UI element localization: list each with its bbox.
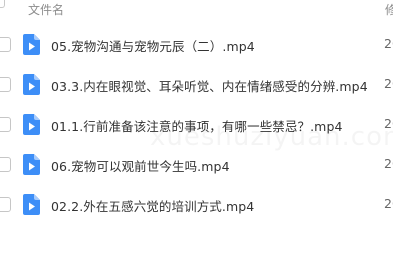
- video-file-icon: [23, 194, 40, 215]
- file-row[interactable]: 01.1.行前准备该注意的事项，有哪一些禁忌？.mp4 20: [0, 105, 393, 145]
- row-checkbox[interactable]: [0, 117, 11, 132]
- file-name[interactable]: 02.2.外在五感六觉的培训方式.mp4: [51, 196, 254, 215]
- file-modified-date: 20: [384, 76, 393, 91]
- column-header-modified[interactable]: 修: [385, 1, 393, 18]
- file-name[interactable]: 03.3.内在眼视觉、耳朵听觉、内在情绪感受的分辨.mp4: [51, 76, 368, 95]
- file-row[interactable]: 02.2.外在五感六觉的培训方式.mp4 20: [0, 185, 393, 225]
- video-file-icon: [23, 114, 40, 135]
- video-file-icon: [23, 74, 40, 95]
- row-checkbox[interactable]: [0, 157, 11, 172]
- file-name[interactable]: 05.宠物沟通与宠物元辰（二）.mp4: [51, 36, 255, 55]
- file-modified-date: 20: [384, 36, 393, 51]
- video-file-icon: [23, 34, 40, 55]
- list-header: 文件名 修: [0, 0, 393, 22]
- row-checkbox[interactable]: [0, 37, 11, 52]
- file-modified-date: 20: [384, 196, 393, 211]
- select-all-checkbox[interactable]: [0, 0, 5, 8]
- video-file-icon: [23, 154, 40, 175]
- row-checkbox[interactable]: [0, 197, 11, 212]
- file-list: 文件名 修 05.宠物沟通与宠物元辰（二）.mp4 20 03.3.内在眼视觉、…: [0, 0, 393, 261]
- file-modified-date: 20: [384, 156, 393, 171]
- file-name[interactable]: 01.1.行前准备该注意的事项，有哪一些禁忌？.mp4: [51, 116, 343, 135]
- row-checkbox[interactable]: [0, 77, 11, 92]
- file-row[interactable]: 06.宠物可以观前世今生吗.mp4 20: [0, 145, 393, 185]
- file-modified-date: 20: [384, 116, 393, 131]
- file-row[interactable]: 03.3.内在眼视觉、耳朵听觉、内在情绪感受的分辨.mp4 20: [0, 65, 393, 105]
- file-name[interactable]: 06.宠物可以观前世今生吗.mp4: [51, 156, 230, 175]
- column-header-name[interactable]: 文件名: [28, 1, 64, 18]
- file-row[interactable]: 05.宠物沟通与宠物元辰（二）.mp4 20: [0, 25, 393, 65]
